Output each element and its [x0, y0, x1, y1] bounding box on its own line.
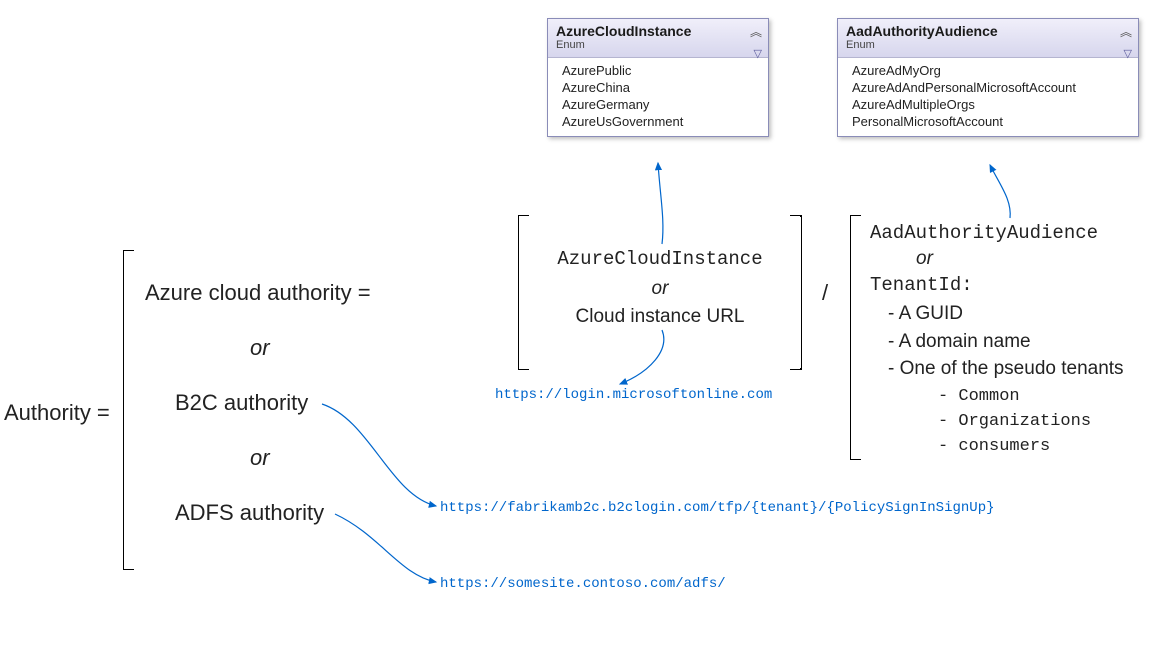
enum-body: AzurePublic AzureChina AzureGermany Azur…	[548, 58, 768, 136]
enum-item: AzureUsGovernment	[562, 113, 768, 130]
enum-item: PersonalMicrosoftAccount	[852, 113, 1138, 130]
tenant-id-label: TenantId:	[870, 274, 973, 296]
tenant-opt-domain: A domain name	[888, 328, 1124, 356]
pseudo-consumers: consumers	[938, 435, 1124, 460]
tenant-opt-pseudo: One of the pseudo tenants	[888, 355, 1124, 383]
url-login: https://login.microsoftonline.com	[495, 387, 772, 403]
enum-item: AzureAdMultipleOrgs	[852, 96, 1138, 113]
enum-title: AadAuthorityAudience	[846, 23, 1130, 39]
collapse-icon: ︽	[1120, 23, 1132, 40]
audience-enum-label: AadAuthorityAudience	[870, 222, 1098, 244]
enum-header: AadAuthorityAudience Enum ︽ ▽	[838, 19, 1138, 58]
bracket-main-side	[123, 250, 125, 570]
opt-azure-cloud: Azure cloud authority =	[145, 280, 371, 306]
filter-icon: ▽	[754, 47, 762, 60]
enum-kind: Enum	[556, 39, 760, 51]
bracket-cloud-left-bot	[518, 368, 529, 370]
pseudo-common: Common	[938, 385, 1124, 410]
opt-or1: or	[250, 335, 270, 361]
enum-header: AzureCloudInstance Enum ︽ ▽	[548, 19, 768, 58]
filter-icon: ▽	[1124, 47, 1132, 60]
cloud-instance-url-label: Cloud instance URL	[540, 306, 780, 328]
bracket-aud-bot	[850, 458, 861, 460]
url-b2c: https://fabrikamb2c.b2clogin.com/tfp/{te…	[440, 500, 995, 516]
url-adfs: https://somesite.contoso.com/adfs/	[440, 576, 726, 592]
opt-b2c: B2C authority	[175, 390, 308, 416]
root-label: Authority =	[4, 400, 110, 426]
opt-adfs: ADFS authority	[175, 500, 324, 526]
enum-body: AzureAdMyOrg AzureAdAndPersonalMicrosoft…	[838, 58, 1138, 136]
bracket-cloud-right	[800, 215, 802, 370]
bracket-cloud-right-bot	[790, 368, 801, 370]
enum-title: AzureCloudInstance	[556, 23, 760, 39]
opt-or2: or	[250, 445, 270, 471]
enum-item: AzureGermany	[562, 96, 768, 113]
enum-kind: Enum	[846, 39, 1130, 51]
enum-panel-azure-cloud-instance: AzureCloudInstance Enum ︽ ▽ AzurePublic …	[547, 18, 769, 137]
collapse-icon: ︽	[750, 23, 762, 40]
enum-item: AzurePublic	[562, 62, 768, 79]
bracket-cloud-left	[518, 215, 520, 370]
cloud-instance-or: or	[540, 278, 780, 300]
enum-item: AzureAdMyOrg	[852, 62, 1138, 79]
cloud-instance-enum-label: AzureCloudInstance	[540, 248, 780, 270]
bracket-aud	[850, 215, 852, 460]
enum-panel-aad-authority-audience: AadAuthorityAudience Enum ︽ ▽ AzureAdMyO…	[837, 18, 1139, 137]
bracket-main-bot	[123, 568, 134, 570]
enum-item: AzureChina	[562, 79, 768, 96]
tenant-opt-guid: A GUID	[888, 300, 1124, 328]
pseudo-organizations: Organizations	[938, 410, 1124, 435]
path-separator: /	[822, 280, 828, 306]
enum-item: AzureAdAndPersonalMicrosoftAccount	[852, 79, 1138, 96]
tenant-id-options: A GUID A domain name One of the pseudo t…	[888, 298, 1124, 462]
audience-or: or	[916, 248, 933, 270]
